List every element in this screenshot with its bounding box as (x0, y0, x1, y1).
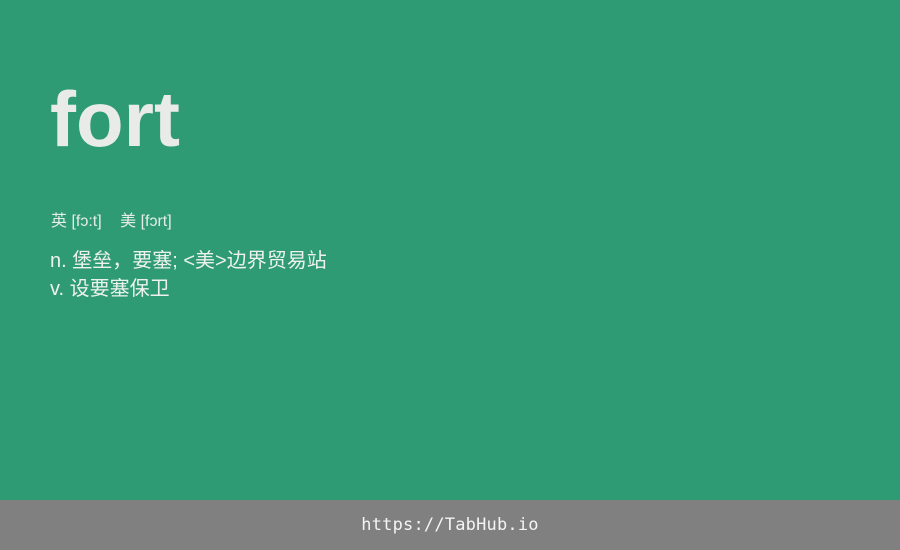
footer-bar: https://TabHub.io (0, 500, 900, 550)
definition-verb: v. 设要塞保卫 (50, 278, 170, 300)
uk-phonetic: 英 [fɔ:t] (51, 213, 102, 230)
definitions-list: n. 堡垒，要塞; <美>边界贸易站 v. 设要塞保卫 (50, 247, 327, 303)
definition-noun: n. 堡垒，要塞; <美>边界贸易站 (50, 250, 327, 272)
tabhub-link[interactable]: https://TabHub.io (361, 515, 538, 535)
word-card: fort 英 [fɔ:t] 美 [fɔrt] n. 堡垒，要塞; <美>边界贸易… (0, 0, 900, 500)
phonetics-row: 英 [fɔ:t] 美 [fɔrt] (51, 212, 172, 232)
us-phonetic: 美 [fɔrt] (120, 213, 172, 230)
word-title: fort (50, 75, 180, 163)
